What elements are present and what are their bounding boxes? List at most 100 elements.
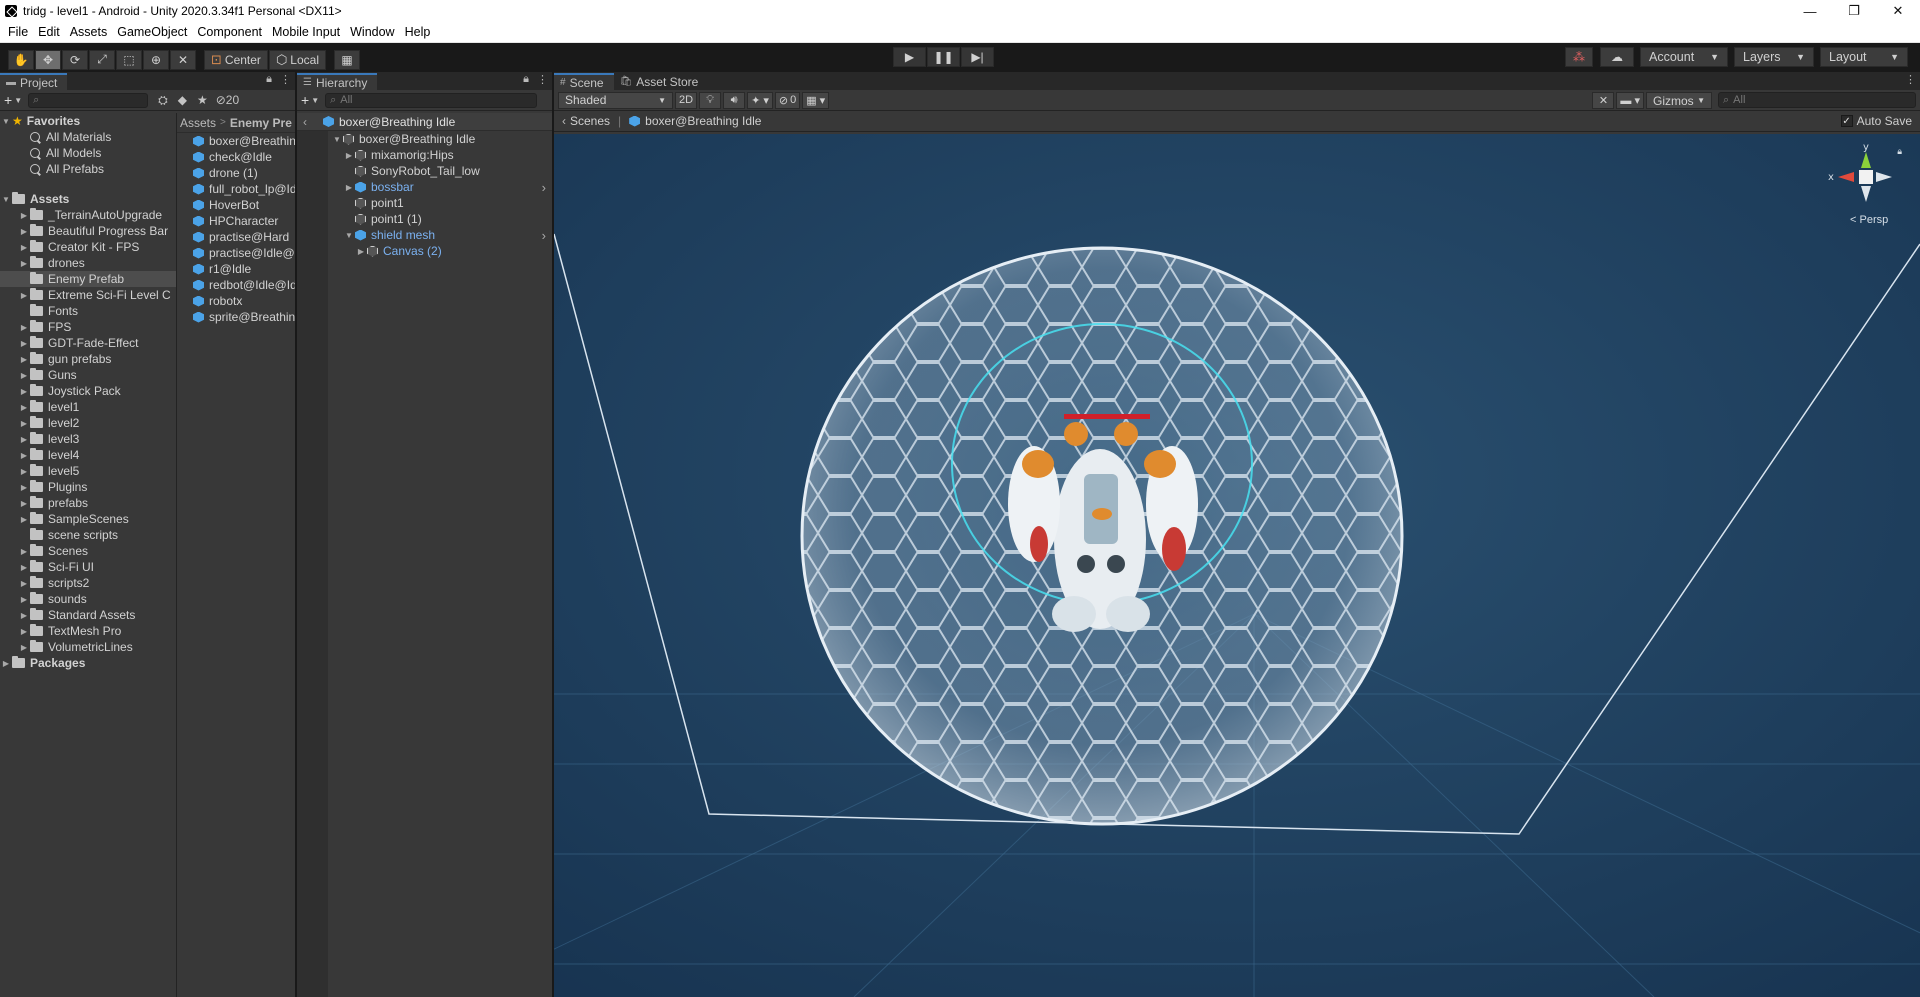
lighting-toggle[interactable]: 💡︎ xyxy=(699,91,722,109)
chevron-right-icon[interactable]: ▶ xyxy=(18,611,30,620)
move-tool-button[interactable]: ✥ xyxy=(35,49,61,70)
kebab-menu-icon[interactable]: ⋮ xyxy=(1905,73,1916,86)
assets-header[interactable]: ▼ Assets xyxy=(0,191,176,207)
asset-file-item[interactable]: sprite@Breathin xyxy=(177,309,295,325)
asset-file-item[interactable]: HoverBot xyxy=(177,197,295,213)
folder-item[interactable]: ▶ drones xyxy=(0,255,176,271)
gizmo-lock-icon[interactable]: 🔒︎ xyxy=(1897,146,1902,157)
layout-dropdown[interactable]: Layout ▼ xyxy=(1820,47,1908,67)
step-button[interactable]: ▶| xyxy=(961,47,994,67)
hierarchy-item[interactable]: point1 xyxy=(297,195,552,211)
menu-window[interactable]: Window xyxy=(345,25,399,39)
shading-mode-dropdown[interactable]: Shaded ▼ xyxy=(558,91,673,109)
folder-item[interactable]: ▶ Scenes xyxy=(0,543,176,559)
orientation-gizmo[interactable]: y x 🔒︎ < Persp xyxy=(1826,140,1906,230)
tab-scene[interactable]: # Scene xyxy=(554,73,614,90)
toggle-2d-button[interactable]: 2D xyxy=(675,91,698,109)
minimize-button[interactable]: — xyxy=(1788,0,1832,22)
folder-item[interactable]: ▶ Joystick Pack xyxy=(0,383,176,399)
asset-file-item[interactable]: check@Idle xyxy=(177,149,295,165)
cloud-button[interactable]: ☁ xyxy=(1600,47,1634,67)
hidden-objects-toggle[interactable]: ⊘ 0 xyxy=(774,91,801,109)
folder-item[interactable]: ▶ prefabs xyxy=(0,495,176,511)
favorite-item[interactable]: All Materials xyxy=(0,129,176,145)
folder-item[interactable]: ▶ level1 xyxy=(0,399,176,415)
hierarchy-root[interactable]: ▼ boxer@Breathing Idle xyxy=(297,131,552,147)
chevron-right-icon[interactable]: ▶ xyxy=(18,227,30,236)
hierarchy-item[interactable]: ▼ shield mesh › xyxy=(297,227,552,243)
asset-file-item[interactable]: boxer@Breathin xyxy=(177,133,295,149)
folder-item[interactable]: ▶ SampleScenes xyxy=(0,511,176,527)
lock-icon[interactable]: 🔒︎ xyxy=(266,73,272,86)
filter-type-icon[interactable]: ⛭ xyxy=(158,93,168,108)
folder-item[interactable]: Enemy Prefab xyxy=(0,271,176,287)
breadcrumb-scenes[interactable]: Scenes xyxy=(570,114,610,128)
folder-item[interactable]: ▶ sounds xyxy=(0,591,176,607)
favorite-star-icon[interactable]: ★ xyxy=(197,93,208,107)
menu-mobile-input[interactable]: Mobile Input xyxy=(267,25,345,39)
folder-item[interactable]: ▶ _TerrainAutoUpgrade xyxy=(0,207,176,223)
chevron-right-icon[interactable]: ▶ xyxy=(18,595,30,604)
folder-item[interactable]: ▶ level2 xyxy=(0,415,176,431)
custom-tool-button[interactable]: ✕ xyxy=(170,49,196,70)
breadcrumb-prefab[interactable]: boxer@Breathing Idle xyxy=(645,114,761,128)
hierarchy-item[interactable]: ▶ bossbar › xyxy=(297,179,552,195)
folder-item[interactable]: ▶ Creator Kit - FPS xyxy=(0,239,176,255)
hierarchy-item[interactable]: ▶ mixamorig:Hips xyxy=(297,147,552,163)
folder-item[interactable]: ▶ level4 xyxy=(0,447,176,463)
menu-edit[interactable]: Edit xyxy=(33,25,65,39)
play-button[interactable]: ▶ xyxy=(893,47,926,67)
asset-file-item[interactable]: HPCharacter xyxy=(177,213,295,229)
breadcrumb-item[interactable]: Enemy Pre xyxy=(230,116,292,130)
chevron-right-icon[interactable]: ▶ xyxy=(18,499,30,508)
chevron-right-icon[interactable]: ▶ xyxy=(18,259,30,268)
chevron-right-icon[interactable]: ▶ xyxy=(18,579,30,588)
menu-assets[interactable]: Assets xyxy=(65,25,113,39)
asset-file-item[interactable]: redbot@Idle@Id xyxy=(177,277,295,293)
scene-viewport[interactable]: y x 🔒︎ < Persp xyxy=(554,134,1920,997)
chevron-right-icon[interactable]: ▶ xyxy=(18,339,30,348)
folder-item[interactable]: ▶ FPS xyxy=(0,319,176,335)
projection-toggle[interactable]: < Persp xyxy=(1850,214,1888,226)
hierarchy-item[interactable]: SonyRobot_Tail_low xyxy=(297,163,552,179)
tab-hierarchy[interactable]: ☰ Hierarchy xyxy=(297,73,378,90)
scene-search-input[interactable]: ⌕ All xyxy=(1718,92,1916,108)
asset-file-item[interactable]: r1@Idle xyxy=(177,261,295,277)
checkbox-checked-icon[interactable]: ✓ xyxy=(1840,115,1853,127)
chevron-right-icon[interactable]: ▶ xyxy=(18,291,30,300)
chevron-right-icon[interactable]: ▶ xyxy=(18,243,30,252)
favorite-item[interactable]: All Models xyxy=(0,145,176,161)
project-search-input[interactable]: ⌕ xyxy=(28,92,149,108)
chevron-right-icon[interactable]: ▶ xyxy=(18,643,30,652)
chevron-right-icon[interactable]: ▶ xyxy=(18,483,30,492)
hand-tool-button[interactable]: ✋ xyxy=(8,49,34,70)
chevron-right-icon[interactable]: ▶ xyxy=(18,355,30,364)
lock-icon[interactable]: 🔒︎ xyxy=(523,73,529,86)
effects-dropdown[interactable]: ✦ ▾ xyxy=(747,91,773,109)
account-dropdown[interactable]: Account ▼ xyxy=(1640,47,1728,67)
favorite-item[interactable]: All Prefabs xyxy=(0,161,176,177)
close-button[interactable]: ✕ xyxy=(1876,0,1920,22)
menu-file[interactable]: File xyxy=(3,25,33,39)
breadcrumb-item[interactable]: Assets xyxy=(180,116,216,130)
folder-item[interactable]: ▶ gun prefabs xyxy=(0,351,176,367)
auto-save-toggle[interactable]: ✓ Auto Save xyxy=(1840,114,1912,128)
packages-header[interactable]: ▶ Packages xyxy=(0,655,176,671)
camera-settings-dropdown[interactable]: ▬ ▾ xyxy=(1616,92,1644,109)
scale-tool-button[interactable]: ⤢ xyxy=(89,49,115,70)
asset-file-item[interactable]: robotx xyxy=(177,293,295,309)
pivot-mode-button[interactable]: ⊡ Center xyxy=(204,49,268,70)
chevron-right-icon[interactable]: ▶ xyxy=(18,515,30,524)
chevron-right-icon[interactable]: ▶ xyxy=(18,451,30,460)
chevron-right-icon[interactable]: ▶ xyxy=(18,387,30,396)
maximize-button[interactable]: ❐ xyxy=(1832,0,1876,22)
asset-file-item[interactable]: drone (1) xyxy=(177,165,295,181)
folder-item[interactable]: ▶ level3 xyxy=(0,431,176,447)
audio-toggle[interactable]: 🔊︎ xyxy=(723,91,746,109)
folder-item[interactable]: ▶ Guns xyxy=(0,367,176,383)
folder-item[interactable]: scene scripts xyxy=(0,527,176,543)
chevron-right-icon[interactable]: ▶ xyxy=(18,211,30,220)
chevron-down-icon[interactable]: ▼ xyxy=(343,231,355,240)
folder-item[interactable]: ▶ TextMesh Pro xyxy=(0,623,176,639)
folder-item[interactable]: ▶ scripts2 xyxy=(0,575,176,591)
